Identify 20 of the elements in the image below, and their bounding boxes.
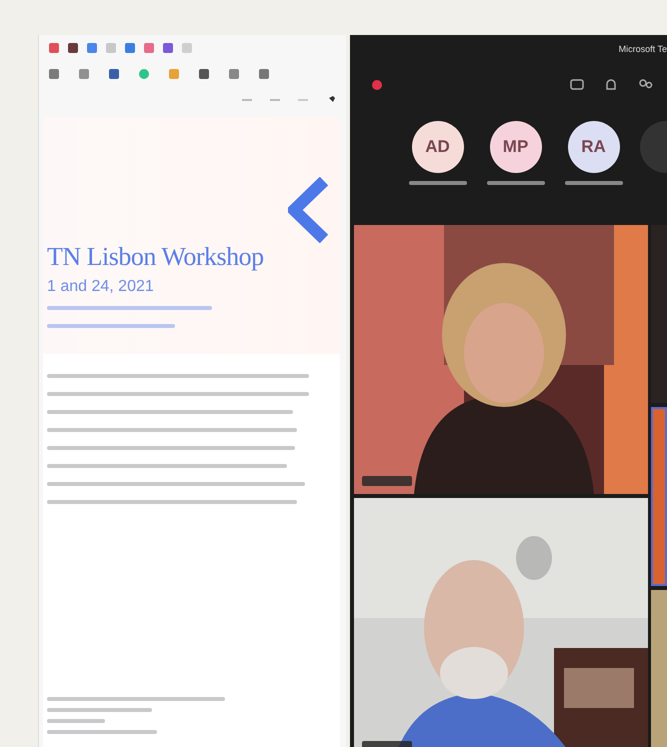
window-title: Microsoft Te bbox=[618, 44, 667, 54]
blurred-text bbox=[486, 181, 545, 185]
avatar[interactable]: AD bbox=[412, 121, 464, 173]
extension-icon[interactable] bbox=[139, 69, 149, 79]
blurred-text bbox=[47, 719, 105, 723]
extension-icon[interactable] bbox=[79, 69, 89, 79]
chat-icon[interactable] bbox=[569, 77, 585, 93]
extension-icon[interactable] bbox=[109, 69, 119, 79]
avatar[interactable]: MP bbox=[490, 121, 542, 173]
blurred-text bbox=[408, 181, 467, 185]
extension-icon[interactable] bbox=[259, 69, 269, 79]
extension-icon[interactable] bbox=[49, 69, 59, 79]
avatar[interactable]: RA bbox=[568, 121, 620, 173]
extension-icon[interactable] bbox=[199, 69, 209, 79]
avatar[interactable] bbox=[640, 121, 667, 173]
page-title: TN Lisbon Workshop bbox=[47, 242, 265, 272]
blurred-text bbox=[564, 181, 623, 185]
blurred-text bbox=[362, 476, 412, 486]
event-date: 1 and 24, 2021 bbox=[47, 278, 155, 296]
extension-icon[interactable] bbox=[229, 69, 239, 79]
